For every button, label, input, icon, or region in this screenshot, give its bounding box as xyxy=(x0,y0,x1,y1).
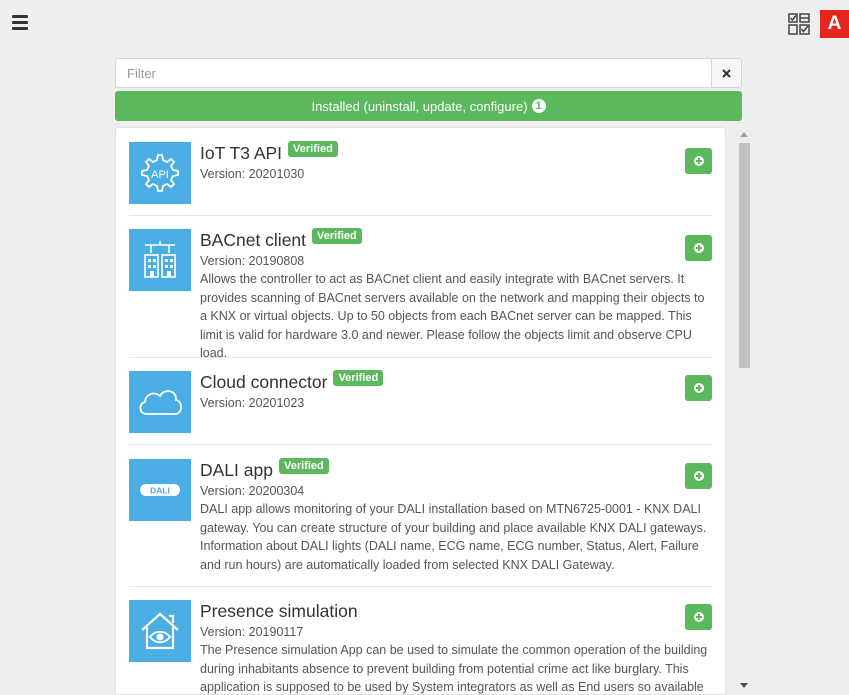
add-app-button[interactable] xyxy=(685,375,712,401)
house-eye-icon xyxy=(129,600,191,662)
app-description: Allows the controller to act as BACnet c… xyxy=(200,272,705,360)
plus-circle-icon xyxy=(693,156,704,166)
installed-label: Installed (uninstall, update, configure) xyxy=(311,98,528,114)
filter-input[interactable] xyxy=(115,58,711,88)
app-item-cloud-connector: Cloud connector Verified Version: 202010… xyxy=(129,370,712,443)
scroll-thumb[interactable] xyxy=(739,143,750,368)
api-gear-icon: API xyxy=(129,142,191,204)
app-item-iot-t3-api: API IoT T3 API Verified Version: 2020103… xyxy=(129,141,712,216)
app-version: Version: 20201030 xyxy=(200,167,305,181)
app-item-presence-simulation: Presence simulation Version: 20190117 Th… xyxy=(129,600,712,694)
add-app-button[interactable] xyxy=(685,463,712,489)
installed-count-badge: 1 xyxy=(531,99,546,113)
app-title: Cloud connector xyxy=(200,371,328,392)
app-description: The Presence simulation App can be used … xyxy=(200,643,708,694)
divider xyxy=(129,586,712,587)
plus-circle-icon xyxy=(693,471,704,481)
svg-text:DALI: DALI xyxy=(150,486,170,496)
plus-circle-icon xyxy=(693,612,704,622)
app-version: Version: 20190117 xyxy=(200,625,304,639)
dali-logo-icon: DALI xyxy=(129,459,191,521)
app-version: Version: 20190808 xyxy=(200,254,305,268)
add-app-button[interactable] xyxy=(685,235,712,261)
plus-circle-icon xyxy=(693,383,704,393)
app-title: IoT T3 API xyxy=(200,142,283,163)
app-title: DALI app xyxy=(200,459,273,480)
add-app-button[interactable] xyxy=(685,604,712,630)
app-version: Version: 20200304 xyxy=(200,484,305,498)
checklist-icon[interactable] xyxy=(788,13,810,35)
app-description: DALI app allows monitoring of your DALI … xyxy=(200,502,707,572)
building-network-icon xyxy=(129,229,191,291)
divider xyxy=(129,215,712,216)
hamburger-menu-icon[interactable] xyxy=(12,15,28,30)
add-app-button[interactable] xyxy=(685,148,712,174)
filter-group xyxy=(115,58,742,88)
clear-filter-button[interactable] xyxy=(711,58,742,88)
scroll-down-arrow-icon[interactable] xyxy=(740,683,748,688)
divider xyxy=(129,444,712,445)
app-list: API IoT T3 API Verified Version: 2020103… xyxy=(115,127,726,695)
scrollbar[interactable] xyxy=(736,127,753,695)
top-bar: A xyxy=(0,0,849,48)
verified-badge: Verified xyxy=(333,370,384,386)
verified-badge: Verified xyxy=(288,141,338,157)
app-version: Version: 20201023 xyxy=(200,396,305,410)
scroll-up-arrow-icon[interactable] xyxy=(740,132,748,137)
svg-text:API: API xyxy=(151,169,169,181)
app-item-bacnet-client: BACnet client Verified Version: 20190808… xyxy=(129,228,712,360)
cloud-icon xyxy=(129,371,191,433)
app-item-dali-app: DALI DALI app Verified Version: 20200304… xyxy=(129,458,712,577)
plus-circle-icon xyxy=(693,243,704,253)
close-icon xyxy=(722,68,731,78)
divider xyxy=(129,357,712,358)
user-avatar[interactable]: A xyxy=(820,10,849,38)
verified-badge: Verified xyxy=(278,458,329,474)
app-title: BACnet client xyxy=(200,229,307,250)
installed-apps-button[interactable]: Installed (uninstall, update, configure)… xyxy=(115,91,742,121)
app-title: Presence simulation xyxy=(200,600,358,621)
verified-badge: Verified xyxy=(312,228,362,244)
